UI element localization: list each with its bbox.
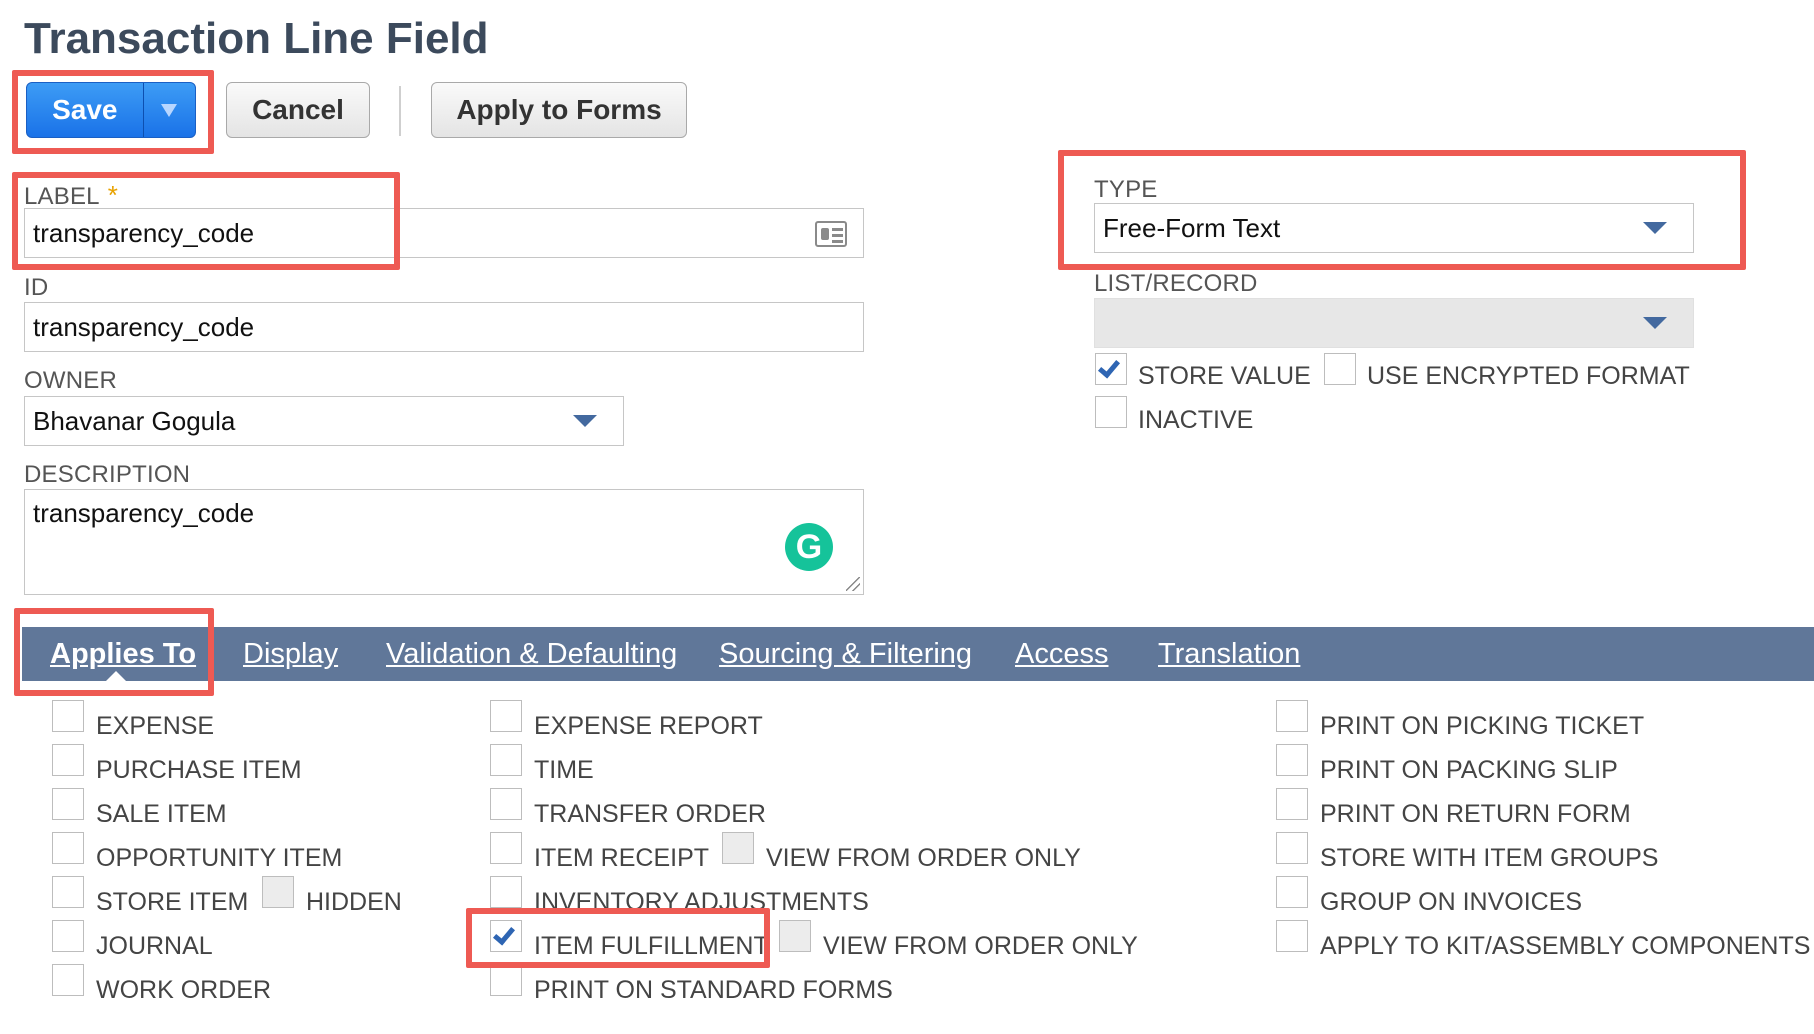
purchase-item-checkbox[interactable] [52,744,84,776]
type-field-label: TYPE [1094,176,1158,203]
save-button[interactable]: Save [27,83,143,137]
caret-down-icon [161,103,178,117]
type-select[interactable]: Free-Form Text [1094,203,1694,253]
transfer-order-label: TRANSFER ORDER [534,800,766,828]
inventory-adjustments-label: INVENTORY ADJUSTMENTS [534,888,869,916]
print-on-return-form-checkbox[interactable] [1276,788,1308,820]
item-fulfillment-view-from-order-label: VIEW FROM ORDER ONLY [823,932,1138,960]
use-encrypted-format-label: USE ENCRYPTED FORMAT [1367,362,1690,390]
item-receipt-view-from-order-checkbox[interactable] [722,832,754,864]
item-fulfillment-checkbox[interactable] [490,920,522,952]
print-on-picking-ticket-checkbox[interactable] [1276,700,1308,732]
sale-item-label: SALE ITEM [96,800,227,828]
work-order-label: WORK ORDER [96,976,271,1004]
journal-checkbox[interactable] [52,920,84,952]
inactive-label: INACTIVE [1138,406,1254,434]
checkmark-icon [492,922,516,946]
expense-report-label: EXPENSE REPORT [534,712,763,740]
list-record-select[interactable] [1094,298,1694,348]
description-textarea[interactable]: transparency_code [24,489,864,595]
use-encrypted-format-checkbox[interactable] [1324,353,1356,385]
item-fulfillment-view-from-order-checkbox[interactable] [779,920,811,952]
id-input[interactable]: transparency_code [24,302,864,352]
dropdown-arrow-icon [1643,222,1667,234]
inactive-checkbox[interactable] [1095,396,1127,428]
item-receipt-label: ITEM RECEIPT [534,844,710,872]
print-on-standard-forms-checkbox[interactable] [490,964,522,996]
contact-card-icon[interactable] [815,221,847,247]
store-item-hidden-checkbox[interactable] [262,876,294,908]
time-checkbox[interactable] [490,744,522,776]
opportunity-item-checkbox[interactable] [52,832,84,864]
group-on-invoices-checkbox[interactable] [1276,876,1308,908]
sale-item-checkbox[interactable] [52,788,84,820]
tab-translation[interactable]: Translation [1158,627,1300,681]
journal-label: JOURNAL [96,932,213,960]
active-tab-indicator [105,671,127,682]
store-item-checkbox[interactable] [52,876,84,908]
store-with-item-groups-checkbox[interactable] [1276,832,1308,864]
page-title: Transaction Line Field [24,14,489,63]
tab-access[interactable]: Access [1015,627,1108,681]
owner-select[interactable]: Bhavanar Gogula [24,396,624,446]
subtab-bar: Applies To Display Validation & Defaulti… [22,627,1814,681]
group-on-invoices-label: GROUP ON INVOICES [1320,888,1583,916]
toolbar-divider [399,86,401,136]
owner-field-label: OWNER [24,367,117,394]
store-item-label: STORE ITEM [96,888,249,916]
inventory-adjustments-checkbox[interactable] [490,876,522,908]
print-on-return-form-label: PRINT ON RETURN FORM [1320,800,1631,828]
grammarly-icon[interactable]: G [785,523,833,571]
purchase-item-label: PURCHASE ITEM [96,756,302,784]
save-button-group: Save [26,82,196,138]
expense-checkbox[interactable] [52,700,84,732]
item-fulfillment-label: ITEM FULFILLMENT [534,932,769,960]
print-on-packing-slip-checkbox[interactable] [1276,744,1308,776]
print-on-picking-ticket-label: PRINT ON PICKING TICKET [1320,712,1645,740]
store-value-checkbox[interactable] [1095,353,1127,385]
print-on-packing-slip-label: PRINT ON PACKING SLIP [1320,756,1618,784]
expense-label: EXPENSE [96,712,215,740]
dropdown-arrow-icon [573,415,597,427]
dropdown-arrow-icon [1643,317,1667,329]
item-receipt-view-from-order-label: VIEW FROM ORDER ONLY [766,844,1081,872]
expense-report-checkbox[interactable] [490,700,522,732]
id-field-label: ID [24,274,49,301]
work-order-checkbox[interactable] [52,964,84,996]
apply-to-kit-assembly-label: APPLY TO KIT/ASSEMBLY COMPONENTS [1320,932,1811,960]
required-indicator: * [107,180,119,210]
label-input[interactable]: transparency_code [24,208,864,258]
apply-to-forms-button[interactable]: Apply to Forms [431,82,687,138]
print-on-standard-forms-label: PRINT ON STANDARD FORMS [534,976,893,1004]
tab-display[interactable]: Display [243,627,338,681]
list-record-field-label: LIST/RECORD [1094,270,1258,297]
tab-validation-defaulting[interactable]: Validation & Defaulting [386,627,677,681]
time-label: TIME [534,756,594,784]
save-dropdown-button[interactable] [142,83,195,137]
transfer-order-checkbox[interactable] [490,788,522,820]
store-value-label: STORE VALUE [1138,362,1311,390]
apply-to-kit-assembly-checkbox[interactable] [1276,920,1308,952]
store-with-item-groups-label: STORE WITH ITEM GROUPS [1320,844,1659,872]
item-receipt-checkbox[interactable] [490,832,522,864]
checkmark-icon [1097,355,1121,379]
resize-handle-icon[interactable] [846,577,860,591]
cancel-button[interactable]: Cancel [226,82,370,138]
store-item-hidden-label: HIDDEN [306,888,402,916]
opportunity-item-label: OPPORTUNITY ITEM [96,844,343,872]
label-field-label: LABEL * [24,180,119,210]
description-field-label: DESCRIPTION [24,461,191,488]
tab-sourcing-filtering[interactable]: Sourcing & Filtering [719,627,972,681]
